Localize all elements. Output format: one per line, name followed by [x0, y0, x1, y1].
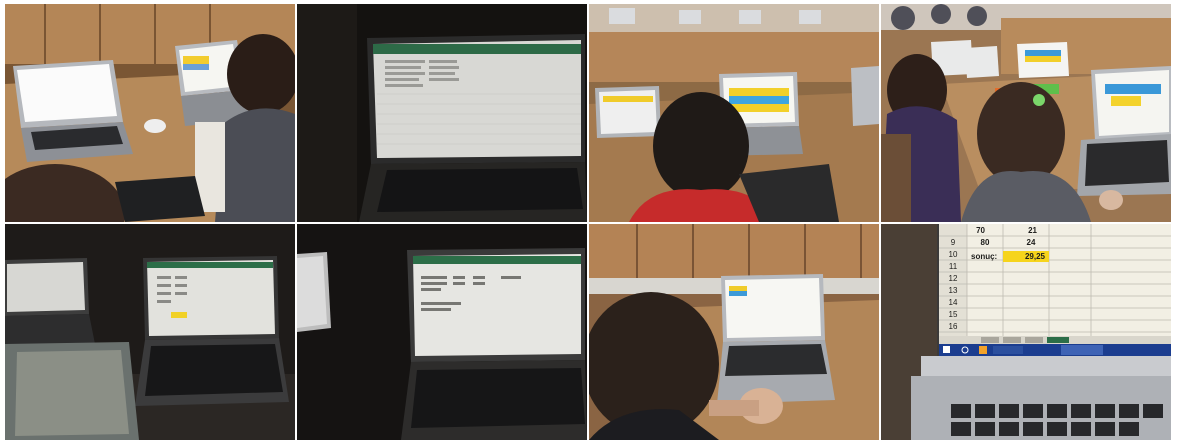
taskbar — [939, 344, 1171, 356]
row-number-9: 9 — [951, 238, 956, 247]
photo-laptop-spreadsheet-dark — [297, 4, 587, 222]
cell-row9-a: 80 — [981, 238, 990, 247]
taskbar-app — [993, 346, 1023, 354]
cell-result-value: 29,25 — [1025, 252, 1046, 261]
photo-classroom-laptops — [5, 4, 295, 222]
row-number-13: 13 — [949, 286, 958, 295]
cell-row8-b: 21 — [1028, 226, 1037, 235]
photo-tile-2 — [297, 4, 587, 222]
photo-laptop-table-dark — [297, 224, 587, 440]
cell-row9-b: 24 — [1027, 238, 1036, 247]
photo-collage: 70 21 9 80 24 10 11 sonuç: 29,25 12 13 1… — [0, 0, 1177, 444]
photo-laptops-dim — [5, 224, 295, 440]
row-number-10: 10 — [949, 250, 958, 259]
row-number-14: 14 — [949, 298, 958, 307]
photo-tile-8: 70 21 9 80 24 10 11 sonuç: 29,25 12 13 1… — [881, 224, 1171, 440]
cell-result-label: sonuç: — [971, 252, 997, 261]
row-number-12: 12 — [949, 274, 958, 283]
row-number-15: 15 — [949, 310, 958, 319]
taskbar-excel — [1061, 345, 1103, 355]
photo-students-row-laptops — [881, 4, 1171, 222]
row-number-16: 16 — [949, 322, 958, 331]
photo-tile-4 — [881, 4, 1171, 222]
start-icon — [943, 346, 950, 353]
photo-student-back-laptop — [589, 4, 879, 222]
photo-tile-1 — [5, 4, 295, 222]
row-number-11: 11 — [949, 262, 958, 271]
photo-tile-5 — [5, 224, 295, 440]
photo-tile-6 — [297, 224, 587, 440]
photo-spreadsheet-closeup: 70 21 9 80 24 10 11 sonuç: 29,25 12 13 1… — [881, 224, 1171, 440]
photo-tile-7 — [589, 224, 879, 440]
cell-row8-a: 70 — [976, 226, 985, 235]
folder-icon — [979, 346, 987, 354]
photo-tile-3 — [589, 4, 879, 222]
photo-student-touchpad — [589, 224, 879, 440]
